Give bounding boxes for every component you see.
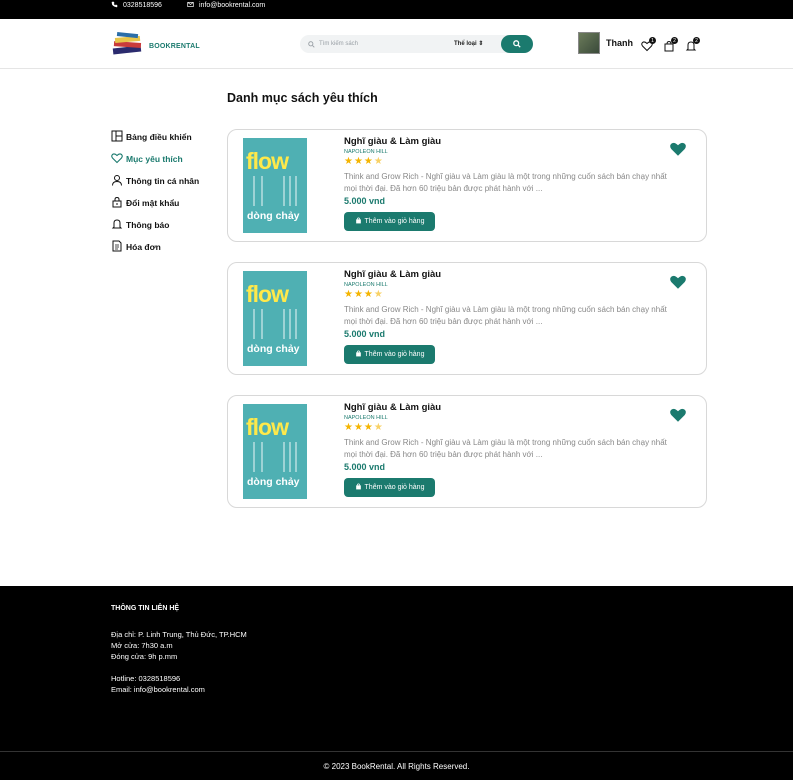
category-label: Thể loại — [454, 41, 477, 47]
topbar-email: info@bookrental.com — [187, 0, 265, 10]
sidebar-item-label: Đổi mật khẩu — [126, 198, 180, 208]
favorite-book-card[interactable]: flow dòng chảy Nghĩ giàu & Làm giàu NAPO… — [227, 129, 707, 242]
search-button[interactable] — [501, 35, 533, 53]
cover-subtitle: dòng chảy — [247, 210, 300, 222]
cover-title: flow — [246, 148, 289, 174]
add-to-cart-label: Thêm vào giỏ hàng — [364, 218, 425, 225]
sidebar-item-label: Mục yêu thích — [126, 154, 183, 164]
bag-icon — [355, 483, 362, 492]
book-price: 5.000 vnd — [344, 462, 386, 472]
book-price: 5.000 vnd — [344, 329, 386, 339]
book-title[interactable]: Nghĩ giàu & Làm giàu — [344, 136, 441, 147]
book-author: NAPOLEON HILL — [344, 149, 388, 155]
book-title[interactable]: Nghĩ giàu & Làm giàu — [344, 402, 441, 413]
book-description: Think and Grow Rich - Nghĩ giàu và Làm g… — [344, 438, 667, 459]
sidebar-item-label: Bảng điều khiển — [126, 132, 192, 142]
book-description: Think and Grow Rich - Nghĩ giàu và Làm g… — [344, 172, 667, 193]
topbar-phone-text: 0328518596 — [123, 1, 162, 9]
book-price: 5.000 vnd — [344, 196, 386, 206]
sidebar-item-label: Thông báo — [126, 220, 170, 230]
account-sidebar: Bảng điều khiển Mục yêu thích Thông tin … — [111, 126, 199, 258]
user-menu[interactable]: Thanh — [578, 32, 633, 54]
cover-title: flow — [246, 414, 289, 440]
avatar[interactable] — [578, 32, 600, 54]
bell-icon — [111, 218, 123, 232]
page-title: Danh mục sách yêu thích — [227, 91, 378, 105]
add-to-cart-button[interactable]: Thêm vào giỏ hàng — [344, 212, 435, 231]
book-cover[interactable]: flow dòng chảy — [243, 271, 307, 366]
star-rating: ★★★★ — [344, 156, 384, 167]
site-header: BOOKRENTAL Tìm kiếm sách Thể loại ⇕ Than… — [0, 19, 793, 69]
user-icon — [111, 174, 123, 188]
phone-icon — [111, 1, 118, 10]
sort-arrows-icon: ⇕ — [478, 41, 484, 47]
category-select[interactable]: Thể loại ⇕ — [454, 40, 483, 47]
star-rating: ★★★★ — [344, 422, 384, 433]
favorite-book-card[interactable]: flow dòng chảy Nghĩ giàu & Làm giàu NAPO… — [227, 395, 707, 508]
heart-filled-icon — [668, 142, 688, 162]
remove-favorite-button[interactable] — [668, 140, 688, 158]
cover-subtitle: dòng chảy — [247, 476, 300, 488]
notification-button[interactable]: 2 — [685, 37, 700, 51]
favorite-book-card[interactable]: flow dòng chảy Nghĩ giàu & Làm giàu NAPO… — [227, 262, 707, 375]
footer-address: Địa chỉ: P. Linh Trung, Thủ Đức, TP.HCM — [111, 630, 247, 639]
bag-icon — [355, 217, 362, 226]
dashboard-icon — [111, 130, 123, 144]
add-to-cart-label: Thêm vào giỏ hàng — [364, 351, 425, 358]
sidebar-item-favorites[interactable]: Mục yêu thích — [111, 148, 199, 170]
footer-divider — [0, 751, 793, 752]
sidebar-item-label: Thông tin cá nhân — [126, 176, 200, 186]
sidebar-item-notifications[interactable]: Thông báo — [111, 214, 199, 236]
book-description: Think and Grow Rich - Nghĩ giàu và Làm g… — [344, 305, 667, 326]
cover-title: flow — [246, 281, 289, 307]
topbar-email-text: info@bookrental.com — [199, 1, 266, 9]
book-author: NAPOLEON HILL — [344, 415, 388, 421]
footer-hotline[interactable]: Hotline: 0328518596 — [111, 674, 180, 683]
search-icon — [513, 35, 521, 53]
invoice-icon — [111, 240, 123, 254]
wishlist-count-badge: 1 — [649, 37, 656, 44]
footer-email[interactable]: Email: info@bookrental.com — [111, 685, 205, 694]
book-author: NAPOLEON HILL — [344, 282, 388, 288]
copyright-text: © 2023 BookRental. All Rights Reserved. — [323, 762, 470, 771]
footer-open-hours: Mở cửa: 7h30 a.m — [111, 641, 173, 650]
sidebar-item-profile[interactable]: Thông tin cá nhân — [111, 170, 199, 192]
cover-subtitle: dòng chảy — [247, 343, 300, 355]
sidebar-item-dashboard[interactable]: Bảng điều khiển — [111, 126, 199, 148]
logo-text: BOOKRENTAL — [149, 43, 200, 50]
logo[interactable]: BOOKRENTAL — [111, 31, 200, 62]
site-footer: THÔNG TIN LIÊN HỆ Địa chỉ: P. Linh Trung… — [0, 586, 793, 780]
top-contact-bar: 0328518596 info@bookrental.com — [0, 0, 793, 19]
books-logo-icon — [111, 31, 145, 62]
remove-favorite-button[interactable] — [668, 406, 688, 424]
heart-filled-icon — [668, 408, 688, 428]
mail-icon — [187, 1, 194, 10]
lock-icon — [111, 196, 123, 210]
topbar-phone: 0328518596 — [111, 0, 162, 10]
footer-close-hours: Đóng cửa: 9h p.mm — [111, 652, 178, 661]
book-cover[interactable]: flow dòng chảy — [243, 404, 307, 499]
cart-button[interactable]: 2 — [663, 37, 678, 52]
search-input[interactable]: Tìm kiếm sách — [319, 41, 358, 47]
cart-count-badge: 2 — [671, 37, 678, 44]
add-to-cart-button[interactable]: Thêm vào giỏ hàng — [344, 478, 435, 497]
add-to-cart-button[interactable]: Thêm vào giỏ hàng — [344, 345, 435, 364]
sidebar-item-change-password[interactable]: Đổi mật khẩu — [111, 192, 199, 214]
remove-favorite-button[interactable] — [668, 273, 688, 291]
bag-icon — [355, 350, 362, 359]
add-to-cart-label: Thêm vào giỏ hàng — [364, 484, 425, 491]
star-rating: ★★★★ — [344, 289, 384, 300]
search-small-icon — [308, 40, 315, 48]
heart-filled-icon — [668, 275, 688, 295]
notification-count-badge: 2 — [693, 37, 700, 44]
book-title[interactable]: Nghĩ giàu & Làm giàu — [344, 269, 441, 280]
user-name[interactable]: Thanh — [606, 38, 633, 48]
book-cover[interactable]: flow dòng chảy — [243, 138, 307, 233]
wishlist-button[interactable]: 1 — [641, 37, 656, 52]
search-bar: Tìm kiếm sách Thể loại ⇕ — [300, 35, 533, 53]
sidebar-item-invoices[interactable]: Hóa đơn — [111, 236, 199, 258]
sidebar-item-label: Hóa đơn — [126, 242, 161, 252]
heart-icon — [111, 152, 123, 166]
footer-title: THÔNG TIN LIÊN HỆ — [111, 605, 180, 612]
